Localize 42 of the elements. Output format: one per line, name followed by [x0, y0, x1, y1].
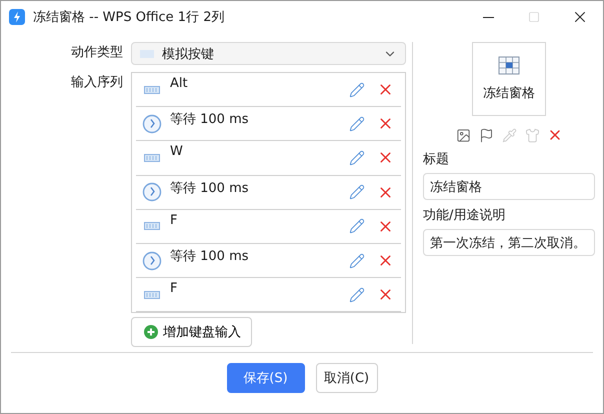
sequence-item-text: 等待 100 ms [169, 111, 250, 128]
preview-tile[interactable]: 冻结窗格 [472, 42, 546, 116]
pencil-icon [349, 82, 365, 98]
keyboard-icon [144, 290, 160, 299]
keyboard-icon [144, 86, 160, 94]
flag-icon [478, 128, 494, 142]
minimize-icon [482, 16, 494, 18]
action-type-dropdown[interactable]: 模拟按键 [131, 42, 406, 65]
description-field[interactable]: 第一次冻结，第二次取消。 [423, 229, 595, 256]
pencil-icon [349, 286, 365, 303]
title-field[interactable]: 冻结窗格 [423, 173, 595, 200]
keyboard-icon [144, 222, 160, 230]
eyedropper-icon [502, 128, 516, 142]
swatch-icon [140, 50, 154, 58]
pencil-icon [349, 184, 365, 200]
sequence-item-text: F [169, 212, 178, 228]
title-label: 标题 [423, 151, 450, 169]
clock-icon [142, 250, 162, 271]
add-keyboard-input-button[interactable]: 增加键盘输入 [131, 317, 252, 347]
save-button[interactable]: 保存(S) [226, 363, 304, 393]
cancel-button[interactable]: 取消(C) [316, 363, 378, 393]
sequence-item-text: Alt [169, 75, 189, 91]
clock-icon [142, 114, 162, 134]
pencil-icon [349, 252, 365, 269]
pencil-icon [349, 116, 365, 132]
plus-icon [144, 325, 158, 339]
sequence-item-text: 等待 100 ms [169, 180, 250, 197]
sequence-item-text: 等待 100 ms [169, 248, 250, 265]
sequence-label: 输入序列 [70, 74, 124, 92]
description-label: 功能/用途说明 [423, 207, 506, 225]
pencil-icon [349, 218, 365, 234]
shirt-icon [524, 128, 540, 142]
image-icon [456, 128, 470, 142]
window-title: 冻结窗格 -- WPS Office 1行 2列 [33, 9, 226, 26]
keyboard-icon [144, 154, 160, 162]
maximize-icon [528, 11, 540, 23]
clock-icon [142, 182, 162, 202]
action-type-label: 动作类型 [70, 44, 124, 62]
pencil-icon [349, 150, 365, 166]
sequence-item-text: F [169, 280, 178, 296]
app-icon [9, 9, 25, 25]
sequence-item-text: W [169, 143, 184, 160]
